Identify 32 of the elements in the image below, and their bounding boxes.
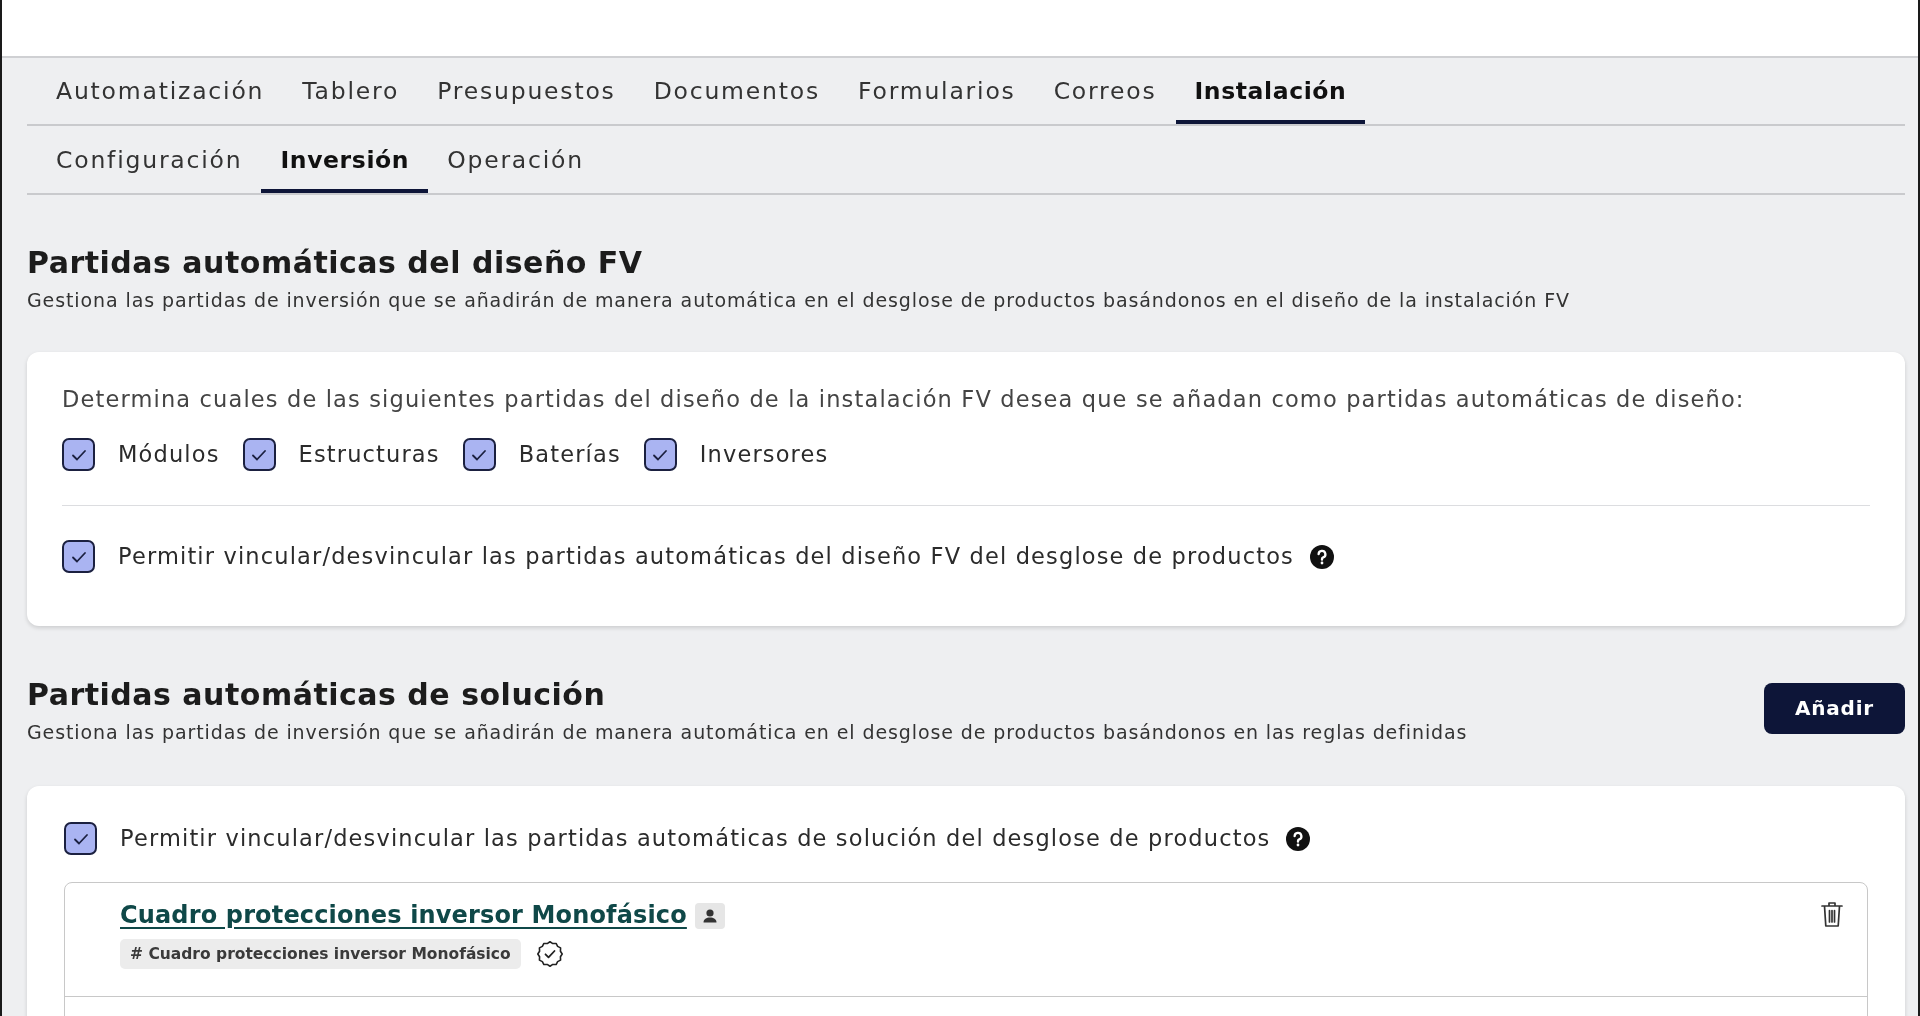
checkbox-label: Inversores [699,440,829,469]
checkbox-label: Módulos [118,440,220,469]
prompt-text: Determina cuales de las siguientes partidas del diseño de la instalación FV desea que se añadan como partidas automáticas de diseño: [62,385,1746,414]
checkbox[interactable] [64,822,97,855]
tab[interactable]: Documentos [634,63,839,124]
add-button[interactable]: Añadir [1763,683,1905,734]
item-title-link[interactable]: Cuadro protecciones inversor Monofásico [120,900,687,931]
tab[interactable]: Inversión [261,132,429,193]
checkbox-label: Baterías [518,440,621,469]
checkbox[interactable] [242,438,276,471]
item-tag: # Cuadro protecciones inversor Monofásico [120,939,521,969]
tab[interactable]: Tablero [283,63,419,124]
section-description: Gestiona las partidas de inversión que se añadirán de manera automática en el desglose de productos basándonos en las reglas definidas [27,720,1468,745]
trash-icon[interactable] [1820,900,1844,928]
section-title: Partidas automáticas de solución [27,677,607,713]
checkbox-label: Permitir vincular/desvincular las partidas automáticas del diseño FV del desglose de productos [118,542,1294,571]
checkbox[interactable] [62,540,95,573]
checkbox-label: Estructuras [298,440,440,469]
checkbox[interactable] [462,438,496,471]
tab[interactable]: Configuración [37,132,262,193]
tab[interactable]: Operación [428,132,603,193]
tab[interactable]: Formularios [839,63,1035,124]
checkbox-label: Permitir vincular/desvincular las partidas automáticas de solución del desglose de productos [120,824,1271,853]
tab[interactable]: Instalación [1175,63,1366,124]
section-description: Gestiona las partidas de inversión que se añadirán de manera automática en el desglose de productos basándonos en el diseño de la instalación FV [27,288,1570,313]
tab[interactable]: Automatización [37,63,284,124]
tab[interactable]: Presupuestos [418,63,635,124]
section-title: Partidas automáticas del diseño FV [27,245,644,281]
checkbox[interactable] [62,438,95,471]
tab[interactable]: Correos [1034,63,1176,124]
checkbox[interactable] [643,438,677,471]
person-icon [694,902,725,929]
